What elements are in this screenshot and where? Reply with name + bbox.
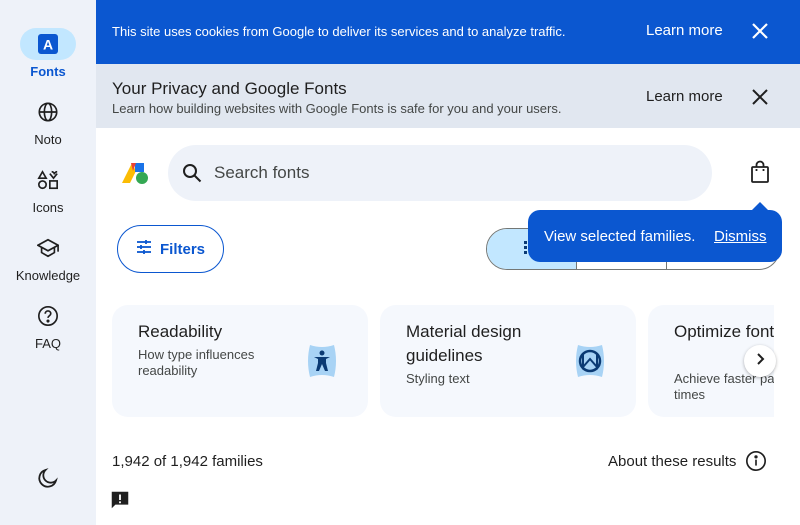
font-a-icon: A (20, 28, 76, 60)
search-input[interactable] (214, 145, 694, 201)
carousel-next-button[interactable] (744, 345, 776, 377)
about-results-link[interactable]: About these results (608, 453, 736, 470)
chevron-right-icon (753, 352, 767, 371)
nav-item-faq[interactable]: FAQ (0, 300, 96, 351)
card-material-design[interactable]: Material design guidelines Styling text (380, 305, 636, 417)
globe-icon (20, 96, 76, 128)
nav-label-icons: Icons (32, 200, 64, 215)
cookie-learn-more-link[interactable]: Learn more (646, 22, 723, 39)
nav-label-fonts: Fonts (30, 64, 66, 79)
cookie-close-icon[interactable] (750, 21, 770, 41)
help-icon (20, 300, 76, 332)
card-title: Optimize font loading (674, 322, 774, 341)
tooltip-text: View selected families. (544, 228, 696, 245)
nav-item-knowledge[interactable]: Knowledge (0, 232, 96, 283)
knowledge-carousel: Readability How type influences readabil… (112, 305, 774, 417)
search-icon (182, 163, 202, 183)
cookie-banner: This site uses cookies from Google to de… (96, 0, 800, 64)
school-icon (20, 232, 76, 264)
info-icon[interactable] (745, 450, 767, 472)
card-subtitle: Styling text (406, 371, 470, 386)
card-readability[interactable]: Readability How type influences readabil… (112, 305, 368, 417)
privacy-banner: Your Privacy and Google Fonts Learn how … (96, 64, 800, 128)
filters-button[interactable]: Filters (117, 225, 224, 273)
svg-text:A: A (43, 37, 53, 53)
tooltip-arrow (752, 202, 768, 210)
tooltip-dismiss-link[interactable]: Dismiss (714, 228, 767, 245)
privacy-banner-subtitle: Learn how building websites with Google … (112, 101, 562, 116)
shapes-icon (20, 164, 76, 196)
card-title: Readability (138, 322, 223, 341)
dark-mode-icon[interactable] (36, 466, 60, 490)
card-subtitle: How type influences readability (138, 347, 255, 378)
nav-label-noto: Noto (34, 132, 62, 147)
nav-item-fonts[interactable]: A Fonts (0, 28, 96, 79)
google-fonts-logo[interactable] (122, 161, 150, 185)
nav-label-knowledge: Knowledge (15, 268, 81, 283)
feedback-icon[interactable] (109, 489, 131, 511)
nav-item-icons[interactable]: Icons (0, 164, 96, 215)
cookie-banner-text: This site uses cookies from Google to de… (112, 24, 566, 39)
material-logo-icon (570, 341, 610, 381)
filters-icon (136, 239, 152, 259)
privacy-banner-title: Your Privacy and Google Fonts (112, 79, 347, 98)
nav-item-noto[interactable]: Noto (0, 96, 96, 147)
selected-families-tooltip: View selected families. Dismiss (528, 210, 782, 262)
filters-label: Filters (159, 240, 205, 258)
privacy-learn-more-link[interactable]: Learn more (646, 88, 723, 105)
shopping-bag-icon[interactable] (748, 160, 772, 184)
results-count: 1,942 of 1,942 families (112, 453, 263, 470)
accessibility-icon (302, 341, 342, 381)
navigation-rail: A Fonts Noto Icons Knowledge FAQ (0, 0, 96, 525)
card-title: Material design guidelines (406, 322, 522, 365)
nav-label-faq: FAQ (34, 336, 61, 351)
privacy-close-icon[interactable] (750, 87, 770, 107)
search-bar (168, 145, 712, 201)
